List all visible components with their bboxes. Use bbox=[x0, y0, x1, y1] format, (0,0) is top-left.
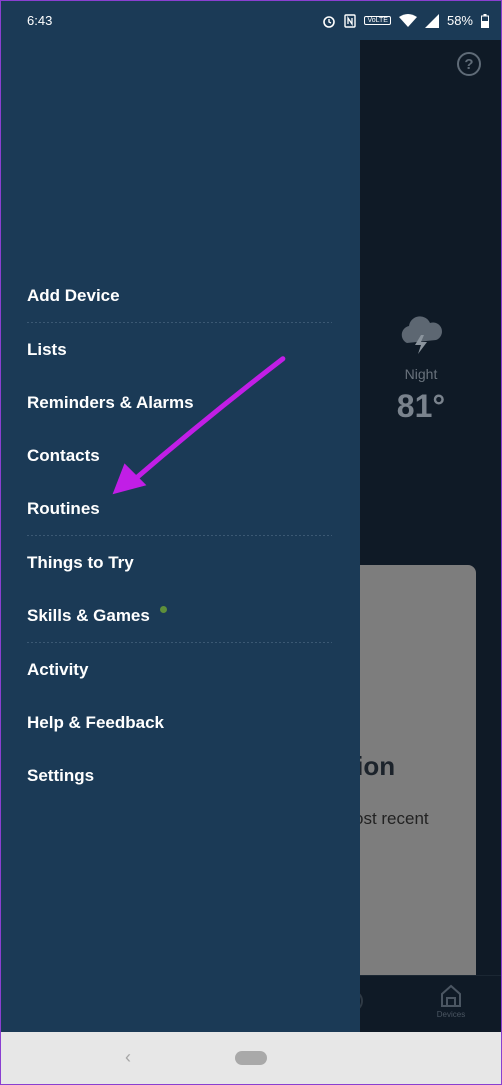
menu-item-help-feedback[interactable]: Help & Feedback bbox=[1, 696, 360, 749]
system-navigation-bar: ‹ bbox=[1, 1032, 501, 1084]
devices-label: Devices bbox=[436, 1010, 466, 1019]
status-bar: 6:43 VoLTE 58% bbox=[1, 1, 501, 40]
menu-item-reminders-alarms[interactable]: Reminders & Alarms bbox=[1, 376, 360, 429]
volte-label: VoLTE bbox=[364, 16, 391, 25]
menu-item-skills-games[interactable]: Skills & Games bbox=[1, 589, 360, 642]
battery-percent: 58% bbox=[446, 13, 473, 28]
menu-item-label: Help & Feedback bbox=[27, 712, 164, 732]
menu-item-routines[interactable]: Routines bbox=[1, 482, 360, 535]
menu-item-add-device[interactable]: Add Device bbox=[1, 269, 360, 322]
menu-item-label: Add Device bbox=[27, 285, 120, 305]
signal-icon bbox=[424, 13, 439, 28]
weather-label: Night bbox=[404, 366, 438, 382]
menu-item-contacts[interactable]: Contacts bbox=[1, 429, 360, 482]
navigation-drawer: Add Device Lists Reminders & Alarms Cont… bbox=[1, 40, 360, 1032]
menu-item-things-to-try[interactable]: Things to Try bbox=[1, 536, 360, 589]
menu-item-label: Settings bbox=[27, 765, 95, 785]
menu-item-label: Routines bbox=[27, 498, 100, 518]
nfc-icon bbox=[344, 13, 357, 28]
menu-item-activity[interactable]: Activity bbox=[1, 643, 360, 696]
new-indicator-dot bbox=[159, 606, 167, 613]
home-icon[interactable] bbox=[235, 1051, 267, 1065]
menu-item-settings[interactable]: Settings bbox=[1, 749, 360, 802]
weather-temperature: 81° bbox=[396, 388, 446, 424]
menu-item-label: Things to Try bbox=[27, 552, 134, 572]
help-icon: ? bbox=[457, 52, 481, 76]
menu-item-label: Reminders & Alarms bbox=[27, 392, 194, 412]
help-symbol: ? bbox=[464, 55, 474, 73]
menu-item-label: Contacts bbox=[27, 445, 100, 465]
status-time: 6:43 bbox=[27, 13, 53, 28]
drawer-menu: Add Device Lists Reminders & Alarms Cont… bbox=[1, 269, 360, 802]
weather-widget: Night 81° bbox=[381, 315, 461, 425]
menu-item-label: Activity bbox=[27, 659, 89, 679]
nav-devices: Devices bbox=[431, 984, 471, 1019]
wifi-icon bbox=[398, 13, 417, 27]
battery-icon bbox=[481, 13, 489, 28]
storm-cloud-icon bbox=[401, 316, 443, 354]
menu-item-lists[interactable]: Lists bbox=[1, 323, 360, 376]
menu-item-label: Skills & Games bbox=[27, 605, 150, 625]
devices-icon bbox=[441, 984, 461, 1007]
card-text-fragment: ost recent bbox=[354, 809, 429, 828]
menu-item-label: Lists bbox=[27, 339, 67, 359]
back-icon[interactable]: ‹ bbox=[125, 1047, 131, 1068]
alarm-icon bbox=[323, 15, 336, 28]
